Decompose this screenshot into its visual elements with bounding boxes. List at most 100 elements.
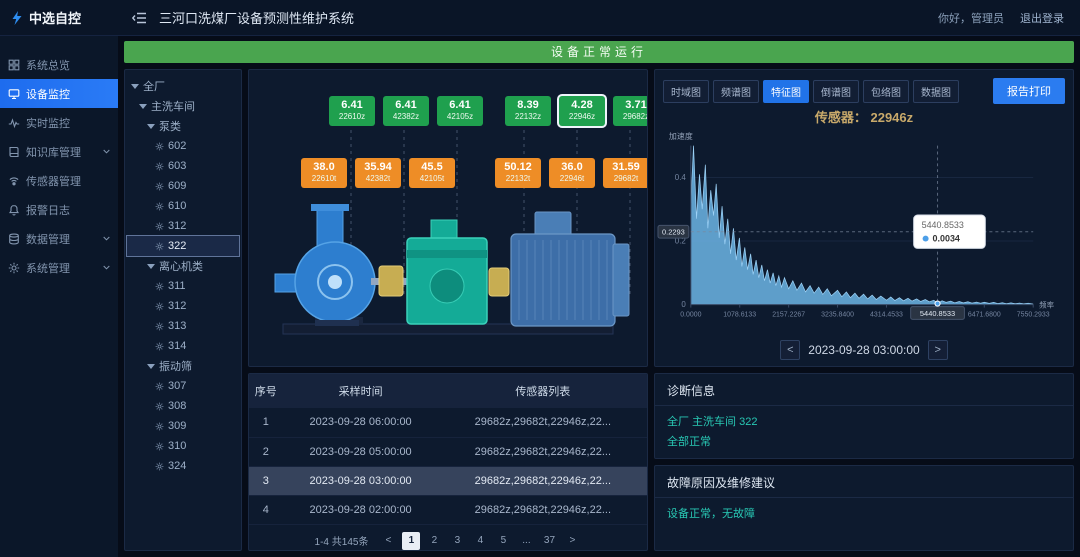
table-header-row: 序号采样时间传感器列表 [249,374,647,408]
caret-down-icon [131,84,139,89]
sensor-tag-42382z[interactable]: 6.4142382z [383,96,429,126]
sensor-tag-42105t[interactable]: 45.542105t [409,158,455,188]
table-row[interactable]: 22023-09-28 05:00:0029682z,29682t,22946z… [249,437,647,466]
sensor-tag-22610t[interactable]: 38.022610t [301,158,347,188]
tree-item[interactable]: 314 [127,336,239,356]
chart-tab-2[interactable]: 特征图 [763,80,809,103]
tree-item[interactable]: 主洗车间 [127,96,239,116]
sensor-tag-22610z[interactable]: 6.4122610z [329,96,375,126]
sensor-tag-22132t[interactable]: 50.1222132t [495,158,541,188]
page-button-5[interactable]: 5 [494,532,512,550]
page-button-4[interactable]: 4 [471,532,489,550]
tag-label: 42382t [355,174,401,184]
sidebar-item-4[interactable]: 传感器管理 [0,166,118,195]
prev-time-button[interactable]: < [780,340,800,360]
sidebar-item-2[interactable]: 实时监控 [0,108,118,137]
tree-item[interactable]: 振动筛 [127,356,239,376]
tree-item[interactable]: 312 [127,216,239,236]
table-row[interactable]: 12023-09-28 06:00:0029682z,29682t,22946z… [249,408,647,437]
sensor-tag-22946z[interactable]: 4.2822946z [559,96,605,126]
svg-text:4314.4533: 4314.4533 [870,311,903,318]
sidebar-item-6[interactable]: 数据管理 [0,224,118,253]
tag-label: 42382z [383,112,429,122]
sidebar: 系统总览设备监控实时监控知识库管理传感器管理报警日志数据管理系统管理 [0,36,118,557]
sidebar-item-0[interactable]: 系统总览 [0,50,118,79]
sensor-title-value: 22946z [870,110,913,125]
tree-item[interactable]: 313 [127,316,239,336]
x-axis-name: 频率 [1039,300,1055,310]
next-page-button[interactable]: > [563,532,581,550]
caret-down-icon [147,124,155,129]
sensor-tag-42382t[interactable]: 35.9442382t [355,158,401,188]
sidebar-item-7[interactable]: 系统管理 [0,253,118,282]
chart-tab-4[interactable]: 包络图 [863,80,909,103]
sidebar-item-3[interactable]: 知识库管理 [0,137,118,166]
chart-tab-0[interactable]: 时域图 [663,80,709,103]
diagnosis-location-link[interactable]: 全厂 主洗车间 322 [667,412,1061,432]
tree-item[interactable]: 609 [127,176,239,196]
report-print-button[interactable]: 报告打印 [993,78,1065,104]
device-tree: 全厂主洗车间泵类602603609610312322离心机类3113123133… [124,69,242,551]
page-button-3[interactable]: 3 [448,532,466,550]
tree-item[interactable]: 离心机类 [127,256,239,276]
brand-name: 中选自控 [29,8,81,27]
gear-icon [155,302,164,311]
user-greeting: 你好，管理员 [938,10,1004,26]
tree-item[interactable]: 602 [127,136,239,156]
table-row[interactable]: 42023-09-28 02:00:0029682z,29682t,22946z… [249,495,647,524]
tree-item-label: 610 [168,200,186,212]
tree-item-label: 603 [168,160,186,172]
tree-item[interactable]: 603 [127,156,239,176]
svg-text:3235.8400: 3235.8400 [821,311,854,318]
status-banner: 设备正常运行 [124,41,1074,63]
brand-logo: 中选自控 [0,8,118,27]
marked-point [935,301,940,306]
tag-value: 4.28 [559,99,605,112]
page-button-1[interactable]: 1 [402,532,420,550]
tree-item[interactable]: 310 [127,436,239,456]
tree-item[interactable]: 322 [127,236,239,256]
collapse-menu-icon[interactable] [132,12,147,24]
tree-item-label: 324 [168,460,186,472]
svg-text:0.0000: 0.0000 [680,311,701,318]
tree-item[interactable]: 610 [127,196,239,216]
table-cell: 29682z,29682t,22946z,22... [439,437,647,466]
svg-text:0.4: 0.4 [675,173,687,182]
table-cell: 2 [249,437,283,466]
table-cell: 29682z,29682t,22946z,22... [439,408,647,437]
svg-text:0.2293: 0.2293 [662,228,685,237]
topbar: 中选自控 三河口洗煤厂设备预测性维护系统 你好，管理员 退出登录 [0,0,1080,36]
sidebar-item-5[interactable]: 报警日志 [0,195,118,224]
chart-tab-5[interactable]: 数据图 [913,80,959,103]
more-pages-button[interactable]: ... [517,532,535,550]
page-button-37[interactable]: 37 [540,532,558,550]
tree-item[interactable]: 全厂 [127,76,239,96]
sensor-tag-22132z[interactable]: 8.3922132z [505,96,551,126]
tree-item[interactable]: 312 [127,296,239,316]
chart-tab-1[interactable]: 频谱图 [713,80,759,103]
feature-chart[interactable]: 00.20.4加速度频率0.00001078.61332157.22673235… [655,128,1073,338]
chart-tab-3[interactable]: 倒谱图 [813,80,859,103]
tree-item[interactable]: 311 [127,276,239,296]
knowledge-icon [8,146,20,158]
device-monitor-icon [8,88,20,100]
tree-item-label: 309 [168,420,186,432]
next-time-button[interactable]: > [928,340,948,360]
sensor-tag-29682z[interactable]: 3.7129682z [613,96,648,126]
tree-item[interactable]: 324 [127,456,239,476]
samples-table: 序号采样时间传感器列表 12023-09-28 06:00:0029682z,2… [249,374,647,525]
page-button-2[interactable]: 2 [425,532,443,550]
tree-item[interactable]: 308 [127,396,239,416]
table-row[interactable]: 32023-09-28 03:00:0029682z,29682t,22946z… [249,466,647,495]
tree-item[interactable]: 泵类 [127,116,239,136]
tag-value: 6.41 [329,99,375,112]
tree-item[interactable]: 309 [127,416,239,436]
sensor-tag-29682t[interactable]: 31.5929682t [603,158,648,188]
tree-item[interactable]: 307 [127,376,239,396]
sidebar-item-1[interactable]: 设备监控 [0,79,118,108]
logout-link[interactable]: 退出登录 [1020,10,1064,26]
alarm-icon [8,204,20,216]
prev-page-button[interactable]: < [379,532,397,550]
sensor-tag-42105z[interactable]: 6.4142105z [437,96,483,126]
sensor-tag-22946t[interactable]: 36.022946t [549,158,595,188]
